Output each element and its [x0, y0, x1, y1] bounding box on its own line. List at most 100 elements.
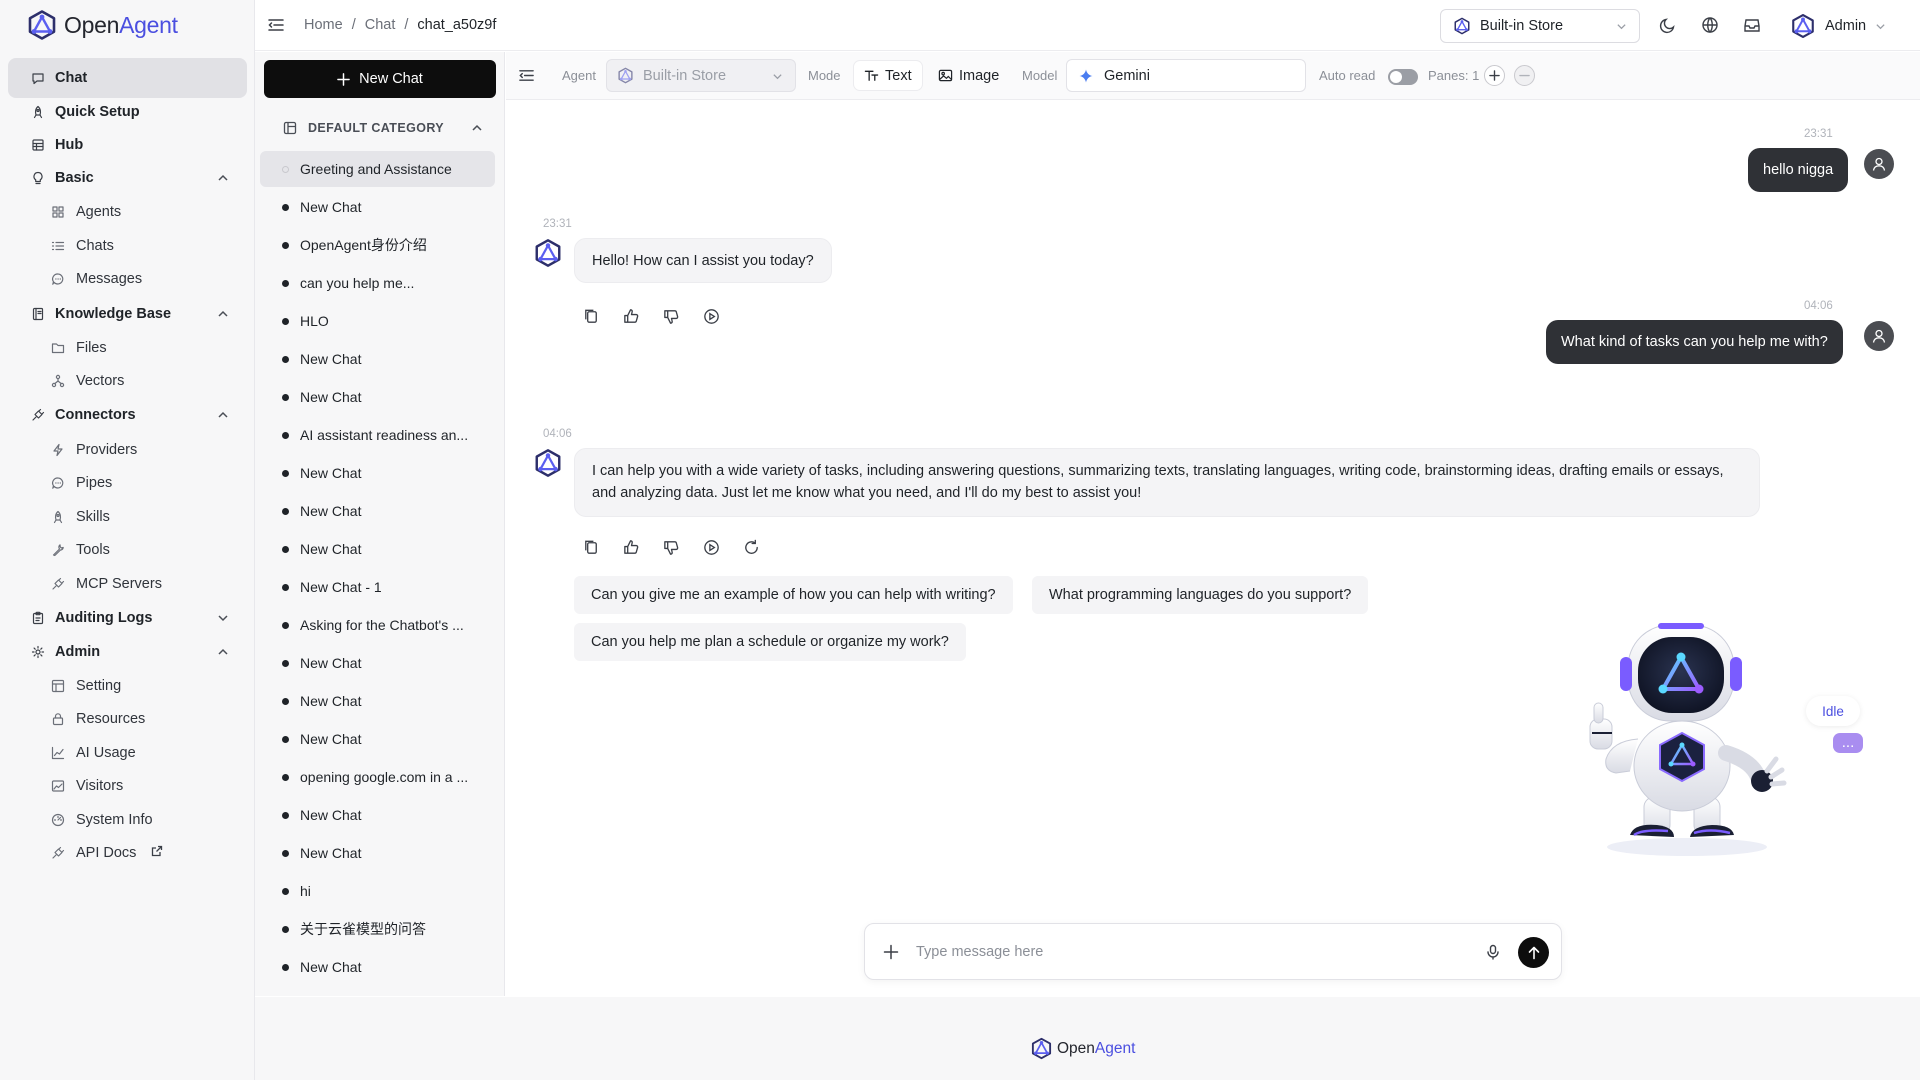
chat-title: New Chat	[300, 959, 362, 975]
chat-status-dot	[282, 812, 289, 819]
breadcrumb-chat[interactable]: Chat	[365, 17, 396, 33]
chat-list-item[interactable]: Asking for the Chatbot's ...	[260, 607, 495, 643]
chat-list-item[interactable]: can you help me...	[260, 265, 495, 301]
suggestion-chip[interactable]: Can you give me an example of how you ca…	[574, 576, 1013, 614]
footer-logo-text: OpenAgent	[1057, 1039, 1136, 1057]
user-menu[interactable]: Admin	[1790, 10, 1886, 42]
message-input[interactable]	[916, 941, 1476, 963]
store-select[interactable]: Built-in Store	[1440, 9, 1640, 43]
agent-select[interactable]: Built-in Store	[606, 59, 796, 92]
category-header[interactable]: DEFAULT CATEGORY	[283, 118, 483, 138]
copy-icon[interactable]	[582, 307, 601, 326]
mode-text-button[interactable]: Text	[854, 61, 922, 90]
external-link-icon	[151, 845, 163, 857]
new-chat-label: New Chat	[359, 71, 423, 87]
sidebar-item-messages[interactable]: Messages	[8, 259, 247, 299]
sidebar-item-label: Chats	[76, 238, 114, 254]
auto-read-label: Auto read	[1319, 68, 1376, 83]
breadcrumb-current: chat_a50z9f	[417, 17, 497, 33]
chat-title: can you help me...	[300, 275, 415, 291]
chat-status-dot	[282, 432, 289, 439]
plus-icon	[337, 72, 350, 86]
chat-status-dot	[282, 204, 289, 211]
mode-image-button[interactable]: Image	[928, 61, 1009, 90]
sidebar-item-label: Quick Setup	[55, 104, 140, 120]
model-select[interactable]: Gemini	[1066, 59, 1306, 92]
sidebar-item-label: Messages	[76, 271, 143, 287]
robot-mascot-icon[interactable]	[1582, 621, 1792, 857]
mascot-typing-indicator: ...	[1833, 733, 1863, 753]
thumbs-down-icon[interactable]	[662, 538, 681, 557]
chat-list-item[interactable]: New Chat	[260, 341, 495, 377]
chat-list-item[interactable]: opening google.com in a ...	[260, 759, 495, 795]
chat-list-item[interactable]: New Chat	[260, 645, 495, 681]
play-circle-icon[interactable]	[702, 307, 721, 326]
play-circle-icon[interactable]	[702, 538, 721, 557]
auto-read-toggle[interactable]	[1388, 69, 1418, 85]
message-actions	[582, 538, 761, 557]
microphone-icon[interactable]	[1485, 944, 1501, 960]
chat-list-item[interactable]: New Chat	[260, 835, 495, 871]
thumbs-down-icon[interactable]	[662, 307, 681, 326]
chat-list-item[interactable]: New Chat	[260, 797, 495, 833]
chat-list-item[interactable]: New Chat	[260, 455, 495, 491]
user-name: Admin	[1825, 18, 1867, 34]
chat-list-item[interactable]: hi	[260, 873, 495, 909]
zap-icon	[53, 443, 63, 457]
attach-plus-icon[interactable]	[883, 944, 899, 960]
chat-status-dot	[282, 508, 289, 515]
chat-list-item[interactable]: New Chat - 1	[260, 569, 495, 605]
moon-icon[interactable]	[1659, 16, 1677, 34]
sidebar-item-api-docs[interactable]: API Docs	[8, 833, 247, 873]
list-icon	[51, 241, 65, 251]
chat-list-item[interactable]: AI assistant readiness an...	[260, 417, 495, 453]
sidebar-item-connectors[interactable]: Connectors	[8, 395, 247, 435]
chat-list-panel: New Chat DEFAULT CATEGORY Greeting and A…	[255, 52, 505, 996]
chat-list-toggle-icon[interactable]	[518, 67, 535, 84]
toggle-knob	[1390, 71, 1402, 83]
chat-list-item[interactable]: New Chat	[260, 379, 495, 415]
thumbs-up-icon[interactable]	[622, 538, 641, 557]
chat-title: New Chat	[300, 389, 362, 405]
chat-title: AI assistant readiness an...	[300, 427, 469, 443]
chat-list-item[interactable]: HLO	[260, 303, 495, 339]
chat-list-item[interactable]: New Chat	[260, 189, 495, 225]
inbox-icon[interactable]	[1743, 16, 1761, 34]
layout-icon	[51, 679, 65, 693]
suggestion-chip[interactable]: Can you help me plan a schedule or organ…	[574, 623, 966, 661]
mode-label: Mode	[808, 68, 841, 83]
add-pane-button[interactable]	[1484, 65, 1505, 86]
suggestion-chip[interactable]: What programming languages do you suppor…	[1032, 576, 1369, 614]
chat-title: New Chat	[300, 731, 362, 747]
chat-list-item[interactable]: New Chat	[260, 493, 495, 529]
assistant-message-bubble: Hello! How can I assist you today?	[574, 238, 832, 283]
chat-list-item[interactable]: OpenAgent身份介绍	[260, 227, 495, 263]
breadcrumb-home[interactable]: Home	[304, 17, 343, 33]
send-button[interactable]	[1518, 937, 1549, 968]
chevron-down-icon	[773, 74, 782, 80]
copy-icon[interactable]	[582, 538, 601, 557]
model-label: Model	[1022, 68, 1058, 83]
remove-pane-button[interactable]	[1514, 65, 1535, 86]
thumbs-up-icon[interactable]	[622, 307, 641, 326]
app-logo[interactable]: OpenAgent	[26, 7, 178, 43]
chat-list-item[interactable]: Greeting and Assistance	[260, 151, 495, 187]
chat-list-item[interactable]: New Chat	[260, 721, 495, 757]
globe-icon[interactable]	[1701, 16, 1719, 34]
chat-list-item[interactable]: 关于云雀模型的问答	[260, 911, 495, 947]
regenerate-icon[interactable]	[742, 538, 761, 557]
chat-status-dot	[282, 888, 289, 895]
chat-list-item[interactable]: New Chat	[260, 531, 495, 567]
sidebar-item-label: Files	[76, 340, 107, 356]
chat-list-item[interactable]: New Chat	[260, 949, 495, 985]
new-chat-button[interactable]: New Chat	[264, 60, 496, 98]
user-message-bubble: hello nigga	[1748, 148, 1849, 192]
chat-list-item[interactable]: New Chat	[260, 683, 495, 719]
sidebar-item-label: Agents	[76, 204, 122, 220]
assistant-avatar-icon	[533, 238, 563, 268]
chat-title: Greeting and Assistance	[300, 161, 452, 177]
lightbulb-icon	[33, 171, 43, 185]
chat-status-dot	[282, 394, 289, 401]
openagent-logo-icon	[1030, 1037, 1053, 1060]
sidebar-toggle-icon[interactable]	[267, 16, 285, 34]
